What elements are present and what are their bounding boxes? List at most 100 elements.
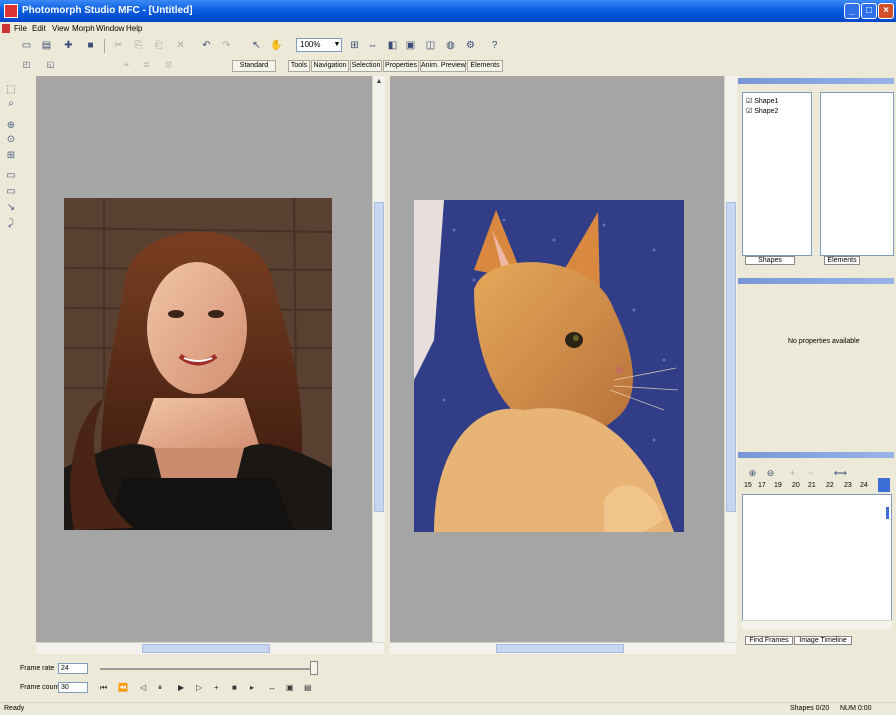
menu-file[interactable]: File [14, 24, 27, 33]
tab-shapes[interactable]: Shapes [745, 256, 795, 265]
line-tool-icon[interactable]: ▭ [4, 170, 18, 182]
close-button[interactable]: × [878, 3, 894, 19]
target-vertical-scrollbar[interactable] [724, 76, 737, 642]
save-icon[interactable]: ■ [84, 39, 97, 52]
curve-tool-icon[interactable]: ▭ [4, 186, 18, 198]
objects-panel-title [738, 78, 894, 84]
frame-icon[interactable]: ◰ [20, 58, 33, 71]
first-frame-icon[interactable]: ⏮ [100, 683, 107, 693]
stop-icon[interactable]: ■ [232, 683, 237, 692]
help-icon[interactable]: ? [488, 39, 501, 52]
frame-number: 23 [844, 482, 852, 489]
lasso-tool-icon[interactable]: ⌕ [4, 98, 18, 110]
step-back-icon[interactable]: ◁ [140, 683, 146, 692]
align-icon[interactable]: ≡ [120, 58, 133, 71]
tab-properties[interactable]: Properties [383, 60, 419, 72]
tab-standard[interactable]: Standard [232, 60, 276, 72]
settings-icon[interactable]: ⚙ [464, 39, 477, 52]
pause-icon[interactable]: ⏸ [158, 683, 162, 693]
group-icon[interactable]: ⊡ [162, 58, 175, 71]
play-icon[interactable]: ▶ [178, 683, 184, 692]
maximize-button[interactable]: □ [861, 3, 877, 19]
tab-elements[interactable]: Elements [467, 60, 503, 72]
menu-view[interactable]: View [52, 24, 69, 33]
delete-icon[interactable]: ✕ [174, 39, 187, 52]
timeline-scrollbar[interactable] [742, 620, 892, 629]
frame-number: 24 [860, 482, 868, 489]
rewind-icon[interactable]: ⏪ [118, 683, 128, 692]
source-image[interactable] [64, 198, 332, 530]
status-bar: Ready Shapes 0/20 NUM 0:00 [0, 702, 896, 715]
timeline-track-area[interactable] [742, 494, 892, 628]
zoom-tool-icon[interactable]: ⊕ [4, 120, 18, 132]
grid-tool-icon[interactable]: ⊞ [4, 150, 18, 162]
open-folder-icon[interactable]: ✚ [62, 39, 75, 52]
frame-number: 19 [774, 482, 782, 489]
frame-count-input[interactable]: 30 [58, 682, 88, 693]
menu-help[interactable]: Help [126, 24, 142, 33]
target-image[interactable] [414, 200, 684, 532]
tab-elements-panel[interactable]: Elements [824, 256, 860, 265]
marker-icon[interactable]: ◱ [44, 58, 57, 71]
split-view-icon[interactable]: ◧ [386, 39, 399, 52]
fit-icon[interactable]: ⊞ [348, 39, 361, 52]
frame-number: 15 [744, 482, 752, 489]
zoom-in-icon[interactable]: ⊕ [746, 467, 759, 480]
tab-image-timeline[interactable]: Image Timeline [794, 636, 852, 645]
source-vertical-scrollbar[interactable]: ▲ [372, 76, 385, 642]
next-icon[interactable]: ▸ [250, 683, 254, 692]
current-frame-marker[interactable] [878, 478, 890, 492]
add-key-icon[interactable]: + [786, 467, 799, 480]
redo-icon[interactable]: ↷ [220, 39, 233, 52]
select-tool-icon[interactable]: ⬚ [4, 84, 18, 96]
elements-list[interactable] [820, 92, 894, 256]
frame-number: 21 [808, 482, 816, 489]
menu-bar: File Edit View Morph Window Help [0, 22, 896, 36]
undo-icon[interactable]: ↶ [200, 39, 213, 52]
menu-morph[interactable]: Morph [72, 24, 95, 33]
new-icon[interactable]: ▭ [20, 39, 33, 52]
list-item[interactable]: ☑ Shape1 [746, 97, 778, 105]
image-icon[interactable]: ▣ [404, 39, 417, 52]
record-icon[interactable]: ▣ [286, 683, 294, 692]
main-toolbar: ▭ ▤ ✚ ■ ✂ ⎘ ⎗ ✕ ↶ ↷ ↖ ✋ ⊞ ⇔ ◧ ▣ ◫ ◍ ⚙ ? [0, 36, 896, 56]
shapes-list[interactable]: ☑ Shape1 ☑ Shape2 [742, 92, 812, 256]
morph-icon[interactable]: ◍ [444, 39, 457, 52]
source-horizontal-scrollbar[interactable] [36, 642, 384, 654]
tab-find-frames[interactable]: Find Frames [745, 636, 793, 645]
loop-icon[interactable]: ↔ [268, 683, 276, 692]
target-horizontal-scrollbar[interactable] [390, 642, 736, 654]
pen-tool-icon[interactable]: ↘ [4, 202, 18, 214]
list-item[interactable]: ☑ Shape2 [746, 107, 778, 115]
fit-timeline-icon[interactable]: ⟷ [834, 467, 847, 480]
menu-edit[interactable]: Edit [32, 24, 46, 33]
frame-rate-input[interactable]: 24 [58, 663, 88, 674]
timeline-frame-ruler[interactable]: 15 17 19 20 21 22 23 24 [742, 478, 894, 492]
link-icon[interactable]: ⇔ [366, 39, 379, 52]
hook-tool-icon[interactable]: ⤸ [4, 218, 18, 230]
copy-icon[interactable]: ⎘ [132, 39, 145, 52]
hand-icon[interactable]: ✋ [270, 39, 283, 52]
slider-thumb[interactable] [310, 661, 318, 675]
zoom-out-icon[interactable]: ⊖ [764, 467, 777, 480]
minimize-button[interactable]: _ [844, 3, 860, 19]
tab-navigation[interactable]: Navigation [311, 60, 349, 72]
cut-icon[interactable]: ✂ [112, 39, 125, 52]
timeline-slider[interactable] [96, 661, 322, 677]
export-icon[interactable]: ▤ [304, 683, 312, 692]
point-tool-icon[interactable]: ⊙ [4, 134, 18, 146]
app-icon [4, 4, 18, 18]
tab-tools[interactable]: Tools [288, 60, 310, 72]
tab-anim-preview[interactable]: Anim. Preview [420, 60, 466, 72]
menu-window[interactable]: Window [96, 24, 124, 33]
paste-icon[interactable]: ⎗ [152, 39, 165, 52]
chevron-down-icon[interactable]: ▼ [333, 39, 341, 51]
open-icon[interactable]: ▤ [40, 39, 53, 52]
remove-key-icon[interactable]: − [804, 467, 817, 480]
add-frame-icon[interactable]: + [214, 683, 219, 692]
step-forward-icon[interactable]: ▷ [196, 683, 202, 692]
tab-selection[interactable]: Selection [350, 60, 382, 72]
preview-icon[interactable]: ◫ [424, 39, 437, 52]
distribute-icon[interactable]: ≣ [140, 58, 153, 71]
pointer-icon[interactable]: ↖ [250, 39, 263, 52]
